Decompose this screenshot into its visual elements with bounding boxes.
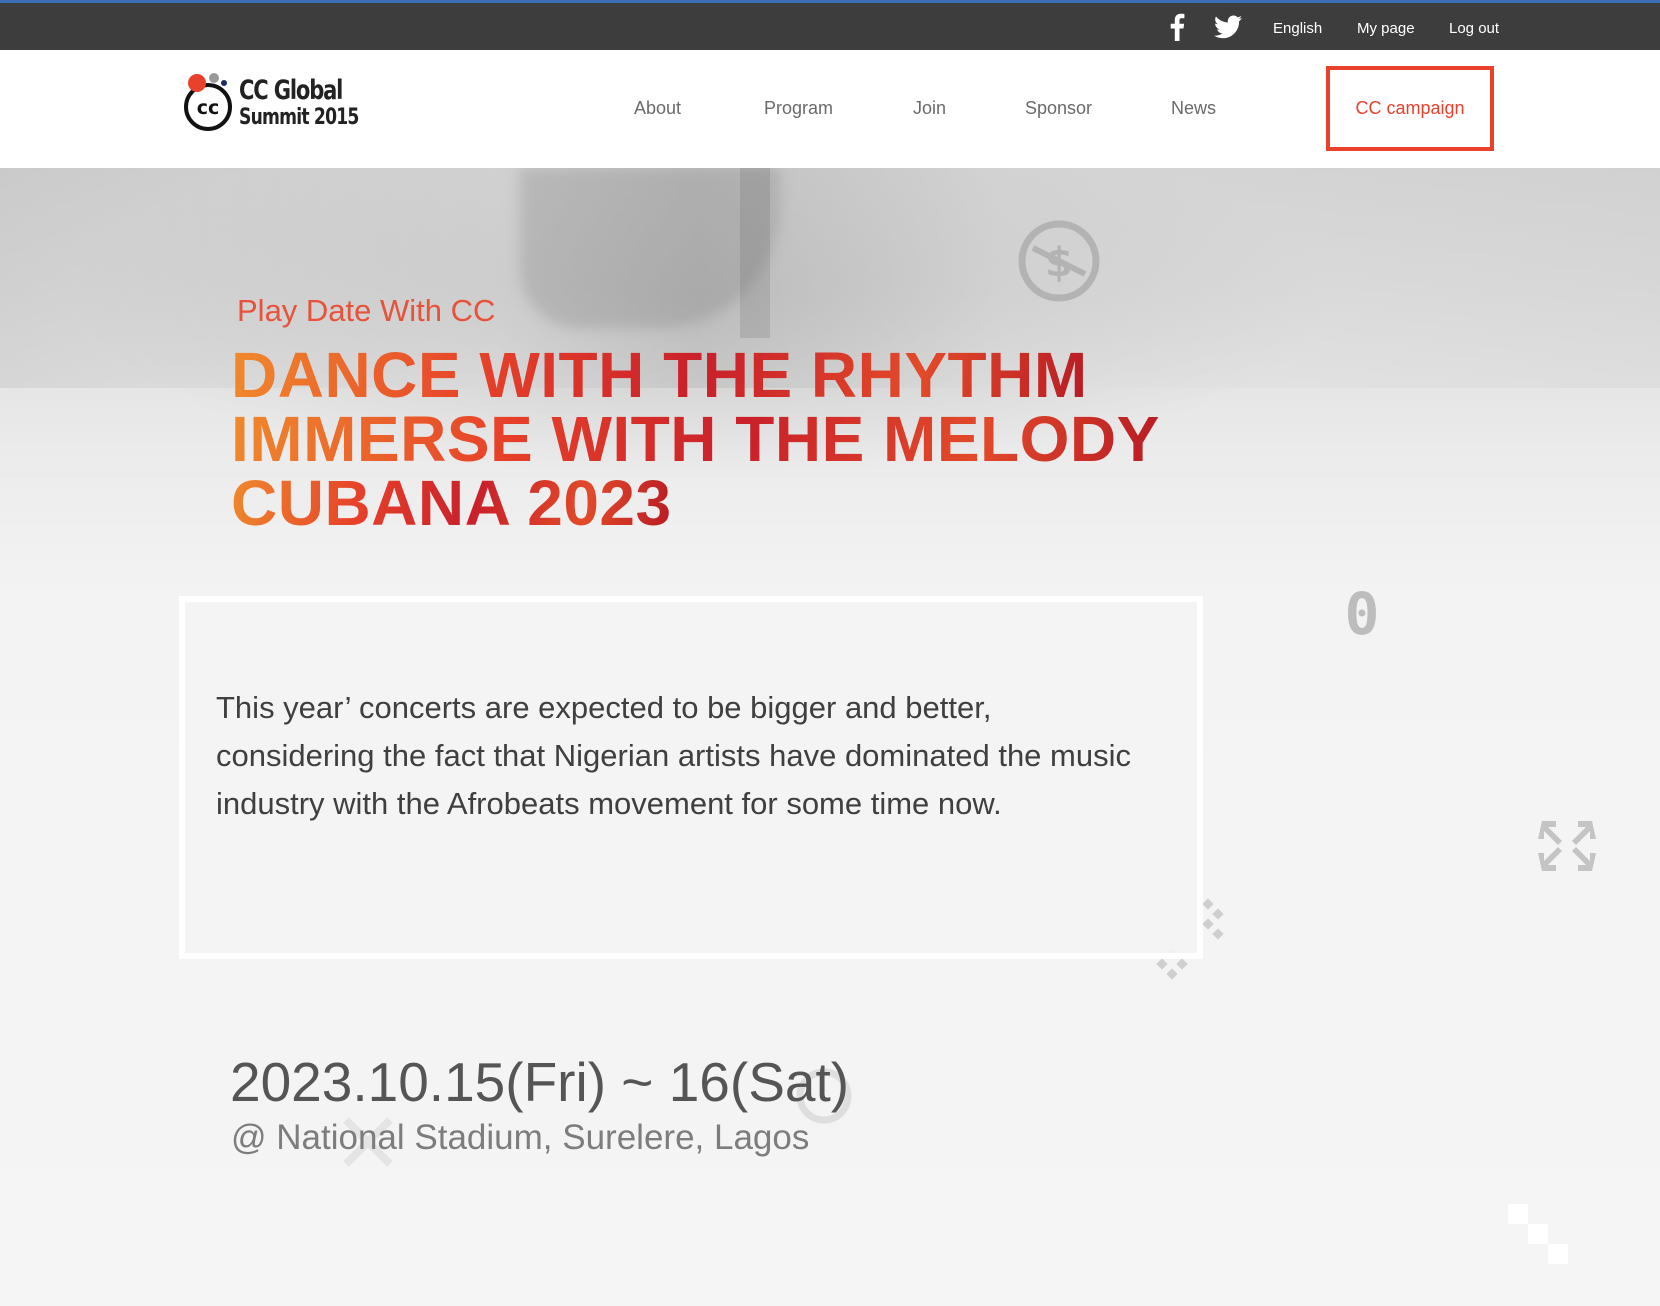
my-page-link[interactable]: My page — [1357, 20, 1415, 37]
hero-headline-line: DANCE WITH THE RHYTHM — [231, 339, 1088, 411]
nav-sponsor[interactable]: Sponsor — [1025, 98, 1092, 119]
log-out-link[interactable]: Log out — [1449, 20, 1499, 37]
svg-text:cc: cc — [197, 97, 220, 119]
top-utility-bar: English My page Log out — [0, 0, 1660, 50]
facebook-icon[interactable] — [1163, 11, 1191, 43]
hero-photo-shape — [740, 168, 770, 338]
language-selector[interactable]: English — [1273, 20, 1322, 37]
nav-program[interactable]: Program — [764, 98, 833, 119]
hero-headline-line: IMMERSE WITH THE MELODY — [231, 403, 1160, 475]
svg-text:$: $ — [1045, 240, 1073, 286]
main-navbar: cc CC Global Summit 2015 About Program J… — [0, 50, 1660, 168]
cc-logo-icon: cc — [184, 73, 232, 131]
hero-headline-line: CUBANA 2023 — [231, 467, 672, 539]
nav-join[interactable]: Join — [913, 98, 946, 119]
remix-arrows-icon — [1538, 821, 1596, 871]
event-venue: @ National Stadium, Surelere, Lagos — [231, 1118, 810, 1157]
site-logo[interactable]: cc CC Global Summit 2015 — [182, 69, 362, 139]
svg-text:0: 0 — [1345, 582, 1380, 642]
pixel-icon — [1508, 1204, 1568, 1264]
no-commercial-icon: $ — [1018, 220, 1100, 302]
description-text: This year’ concerts are expected to be b… — [216, 690, 1131, 821]
logo-title: CC Global — [239, 75, 343, 106]
nav-news[interactable]: News — [1171, 98, 1216, 119]
logo-subtitle: Summit 2015 — [239, 105, 359, 130]
nav-about[interactable]: About — [634, 98, 681, 119]
event-date: 2023.10.15(Fri) ~ 16(Sat) — [230, 1051, 850, 1113]
cc-campaign-button[interactable]: CC campaign — [1326, 66, 1494, 151]
twitter-icon[interactable] — [1211, 11, 1245, 43]
zero-icon: 0 — [1345, 582, 1380, 642]
hero-eyebrow: Play Date With CC — [237, 293, 496, 328]
